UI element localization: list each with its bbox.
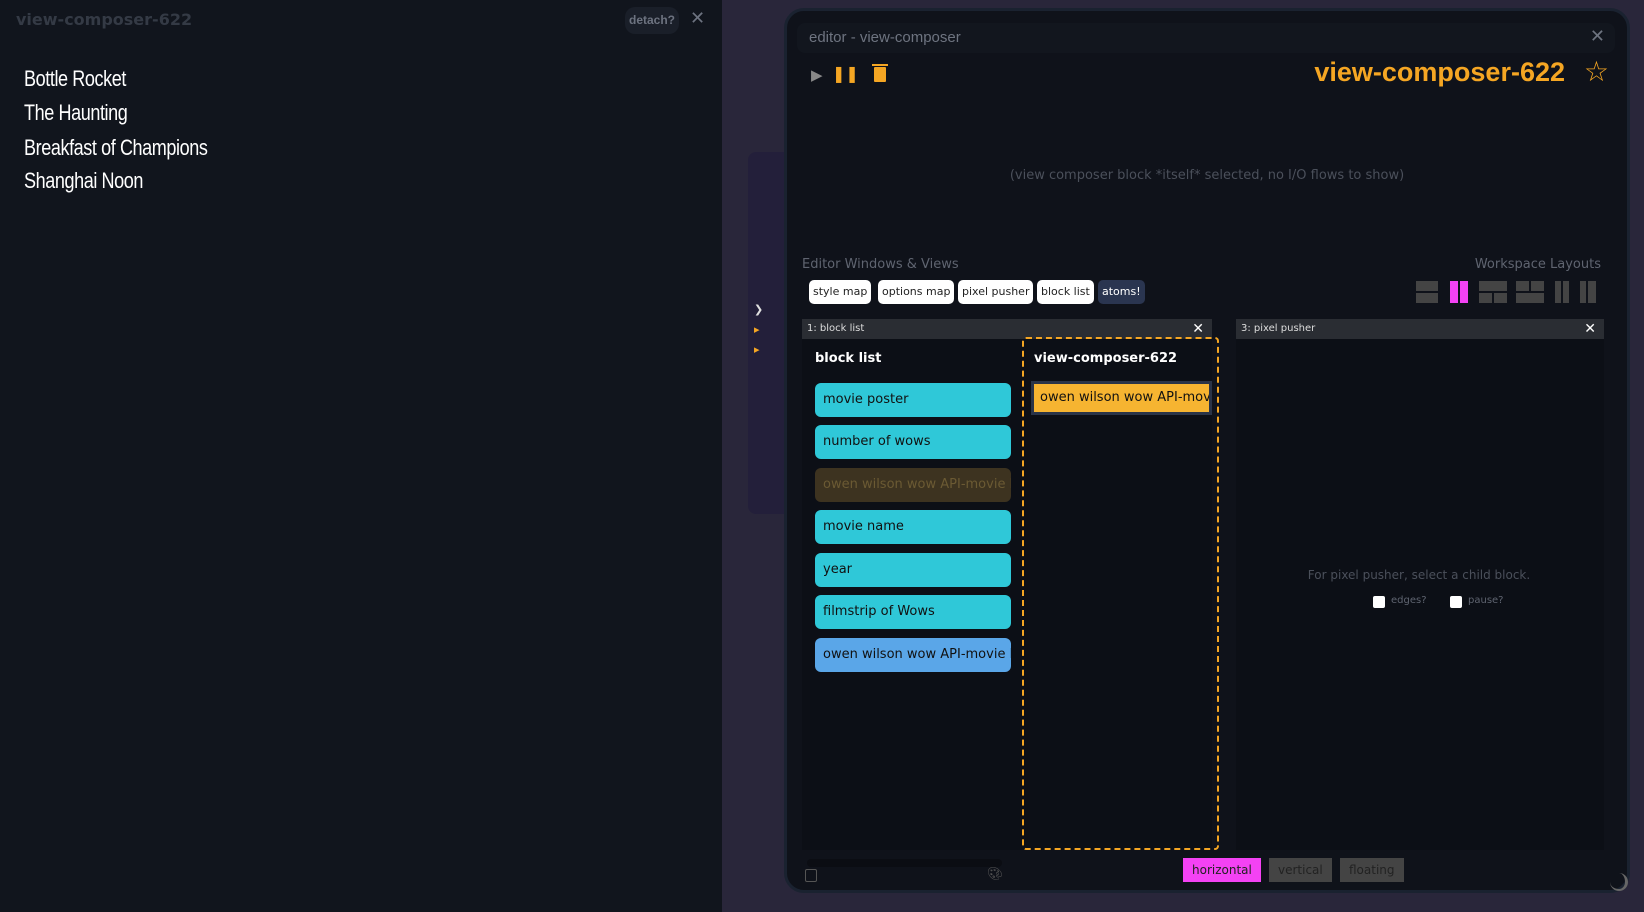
pause-label: pause? (1468, 595, 1504, 606)
edges-label: edges? (1391, 595, 1427, 606)
close-icon[interactable]: ✕ (690, 8, 705, 29)
block-list-button[interactable]: block list (1037, 280, 1094, 304)
layout-stacked-icon[interactable] (1416, 281, 1438, 303)
caret-right-icon[interactable]: ▸ (754, 323, 760, 336)
block-item-movie-name[interactable]: movie name (815, 510, 1011, 544)
pane-header-block-list[interactable]: 1: block list ✕ (802, 319, 1212, 339)
close-icon[interactable]: ✕ (1590, 26, 1605, 47)
block-item-number-of-wows[interactable]: number of wows (815, 425, 1011, 459)
block-name-title: view-composer-622 (1314, 57, 1565, 87)
layout-column-left-icon[interactable] (1555, 281, 1569, 303)
pause-icon[interactable]: ❚❚ (832, 64, 859, 83)
layout-top-split-icon[interactable] (1479, 281, 1507, 303)
detach-button[interactable]: detach? (625, 7, 679, 34)
movie-title: The Haunting (24, 100, 128, 125)
pixel-pusher-button[interactable]: pixel pusher (958, 280, 1034, 304)
movie-title: Breakfast of Champions (24, 135, 208, 160)
block-item-filmstrip[interactable]: filmstrip of Wows (815, 595, 1011, 629)
block-list-title: block list (815, 351, 882, 366)
composer-title: view-composer-622 (1034, 351, 1178, 366)
layouts-heading: Workspace Layouts (1474, 257, 1601, 272)
views-heading: Editor Windows & Views (802, 257, 959, 272)
editor-titlebar[interactable]: editor - view-composer ✕ (797, 23, 1615, 53)
caret-right-icon[interactable]: ▸ (754, 343, 760, 356)
close-icon[interactable]: ✕ (1584, 319, 1596, 339)
layout-bottom-split-icon[interactable] (1516, 281, 1544, 303)
pane-title: 3: pixel pusher (1241, 323, 1316, 334)
window-icon[interactable] (805, 869, 817, 882)
layout-column-right-icon[interactable] (1580, 281, 1596, 303)
io-flows-message: (view composer block *itself* selected, … (1009, 168, 1405, 183)
options-map-button[interactable]: options map (878, 280, 955, 304)
play-icon[interactable]: ▶ (811, 66, 823, 84)
block-item-movie-loader[interactable]: owen wilson wow API-movie loader (815, 638, 1011, 672)
editor-window-title: editor - view-composer (809, 29, 961, 46)
close-icon[interactable]: ✕ (1192, 319, 1204, 339)
block-item-movie-list[interactable]: owen wilson wow API-movie list (815, 468, 1011, 502)
palette-icon[interactable]: 🎨︎ (987, 867, 1004, 882)
orientation-vertical-button[interactable]: vertical (1269, 858, 1332, 882)
block-item-movie-poster[interactable]: movie poster (815, 383, 1011, 417)
chevron-right-icon[interactable]: ❯ (754, 303, 763, 316)
style-map-button[interactable]: style map (809, 280, 872, 304)
preview-title: view-composer-622 (16, 10, 193, 29)
selected-child-block[interactable]: owen wilson wow API-movie list x (1031, 381, 1212, 415)
orientation-horizontal-button[interactable]: horizontal (1183, 858, 1261, 882)
pause-checkbox[interactable] (1450, 596, 1462, 608)
star-icon[interactable]: ☆ (1584, 55, 1609, 88)
movie-title: Bottle Rocket (24, 66, 126, 91)
pixel-pusher-message: For pixel pusher, select a child block. (1307, 568, 1531, 582)
pane-header-pixel-pusher[interactable]: 3: pixel pusher ✕ (1236, 319, 1604, 339)
atoms-button[interactable]: atoms! (1098, 280, 1145, 304)
horizontal-scrollbar[interactable] (807, 859, 1002, 867)
layout-two-column-icon[interactable] (1450, 281, 1468, 303)
trash-icon[interactable] (872, 64, 888, 82)
block-item-year[interactable]: year (815, 553, 1011, 587)
resize-handle-icon[interactable] (1610, 873, 1628, 891)
orientation-floating-button[interactable]: floating (1340, 858, 1404, 882)
detached-preview-panel: view-composer-622 detach? ✕ Bottle Rocke… (0, 0, 722, 912)
editor-window: editor - view-composer ✕ ▶ ❚❚ view-compo… (784, 8, 1630, 893)
edges-checkbox[interactable] (1373, 596, 1385, 608)
movie-title: Shanghai Noon (24, 168, 144, 193)
pane-title: 1: block list (807, 323, 865, 334)
